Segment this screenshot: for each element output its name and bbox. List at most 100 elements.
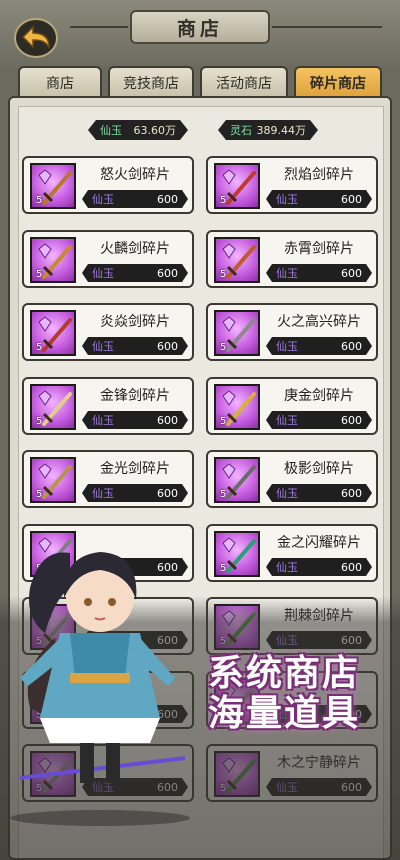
shop-item-card[interactable]: 5 金锋剑碎片仙玉 600 (22, 377, 194, 435)
shop-item-card[interactable]: 5 火麟剑碎片仙玉 600 (22, 230, 194, 288)
item-count: 5 (220, 342, 227, 353)
currency-value: 389.44万 (256, 124, 306, 137)
tab-label: 活动商店 (216, 76, 272, 92)
sword-icon (42, 318, 72, 352)
shop-item-card[interactable]: 5 金之闪耀碎片 仙玉 600 (206, 524, 378, 582)
sword-icon (42, 465, 72, 499)
item-icon: 5 (30, 310, 76, 356)
price-value: 600 (157, 413, 178, 427)
item-name: 庚金剑碎片 (284, 388, 354, 404)
item-icon: 5 (214, 163, 260, 209)
tab-arena-shop[interactable]: 竞技商店 (108, 66, 194, 98)
tab-label: 商店 (46, 76, 74, 92)
tab-label: 竞技商店 (123, 76, 179, 92)
sword-icon (42, 245, 72, 279)
price-currency: 仙玉 (92, 267, 114, 280)
tab-fragment-shop[interactable]: 碎片商店 (294, 66, 382, 98)
item-name: 炎焱剑碎片 (100, 314, 170, 330)
price-tag[interactable]: 仙玉 600 (266, 337, 372, 355)
item-name: 赤霄剑碎片 (284, 241, 354, 257)
item-count: 5 (220, 563, 227, 574)
shop-item-card[interactable]: 5 烈焰剑碎片仙玉 600 (206, 156, 378, 214)
price-tag[interactable]: 仙玉 600 (82, 484, 188, 502)
sword-icon (226, 171, 256, 205)
shop-item-card[interactable]: 5 金光剑碎片仙玉 600 (22, 450, 194, 508)
price-tag[interactable]: 仙玉 600 (266, 411, 372, 429)
item-count: 5 (220, 269, 227, 280)
item-icon: 5 (30, 237, 76, 283)
sword-icon (226, 318, 256, 352)
price-tag[interactable]: 仙玉 600 (82, 264, 188, 282)
shop-item-card[interactable]: 5 火之高兴碎片 仙玉 600 (206, 303, 378, 361)
price-currency: 仙玉 (276, 340, 298, 353)
back-button[interactable] (14, 18, 58, 58)
price-value: 600 (341, 339, 362, 353)
item-icon: 5 (214, 457, 260, 503)
price-value: 600 (157, 339, 178, 353)
item-icon: 5 (214, 531, 260, 577)
price-value: 600 (341, 192, 362, 206)
title-ornament-right (272, 26, 382, 28)
currency-value: 63.60万 (133, 124, 176, 137)
currency-spirit-stone: 灵石 389.44万 (218, 120, 318, 140)
item-count: 5 (36, 269, 43, 280)
shop-item-card[interactable]: 5 极影剑碎片仙玉 600 (206, 450, 378, 508)
price-currency: 仙玉 (276, 193, 298, 206)
item-count: 5 (220, 416, 227, 427)
item-icon: 5 (30, 384, 76, 430)
price-currency: 仙玉 (276, 267, 298, 280)
shop-item-card[interactable]: 5 炎焱剑碎片仙玉 600 (22, 303, 194, 361)
sword-icon (42, 392, 72, 426)
item-name: 怒火剑碎片 (100, 167, 170, 183)
shop-item-card[interactable]: 5 庚金剑碎片仙玉 600 (206, 377, 378, 435)
sword-icon (42, 171, 72, 205)
currency-name: 仙玉 (100, 124, 122, 137)
item-icon: 5 (214, 384, 260, 430)
item-count: 5 (36, 416, 43, 427)
sword-icon (226, 392, 256, 426)
price-value: 600 (341, 413, 362, 427)
price-tag[interactable]: 仙玉 600 (266, 264, 372, 282)
price-currency: 仙玉 (92, 414, 114, 427)
tab-label: 碎片商店 (310, 76, 366, 92)
price-currency: 仙玉 (276, 487, 298, 500)
shop-item-card[interactable]: 5 怒火剑碎片仙玉 600 (22, 156, 194, 214)
price-tag[interactable]: 仙玉 600 (82, 411, 188, 429)
tab-event-shop[interactable]: 活动商店 (200, 66, 288, 98)
item-name: 烈焰剑碎片 (284, 167, 354, 183)
character-illustration (10, 552, 190, 826)
item-name: 火之高兴碎片 (277, 314, 361, 330)
price-tag[interactable]: 仙玉 600 (266, 484, 372, 502)
shop-tabs: 商店 竞技商店 活动商店 碎片商店 (18, 66, 382, 98)
sword-icon (226, 539, 256, 573)
title-ornament-left (70, 26, 128, 28)
price-tag[interactable]: 仙玉 600 (266, 558, 372, 576)
price-tag[interactable]: 仙玉 600 (82, 190, 188, 208)
item-name: 极影剑碎片 (284, 461, 354, 477)
item-count: 5 (36, 342, 43, 353)
item-count: 5 (36, 489, 43, 500)
promo-text-line2: 海量道具 (208, 693, 361, 734)
back-arrow-icon (21, 25, 50, 50)
price-currency: 仙玉 (92, 193, 114, 206)
price-value: 600 (341, 266, 362, 280)
price-value: 600 (341, 486, 362, 500)
item-name: 金之闪耀碎片 (277, 535, 361, 551)
item-count: 5 (36, 195, 43, 206)
price-value: 600 (157, 486, 178, 500)
tab-shop[interactable]: 商店 (18, 66, 102, 98)
sword-icon (226, 245, 256, 279)
price-currency: 仙玉 (92, 487, 114, 500)
item-name: 金光剑碎片 (100, 461, 170, 477)
item-count: 5 (220, 489, 227, 500)
item-count: 5 (220, 195, 227, 206)
item-name: 金锋剑碎片 (100, 388, 170, 404)
price-currency: 仙玉 (276, 414, 298, 427)
shop-item-card[interactable]: 5 赤霄剑碎片仙玉 600 (206, 230, 378, 288)
item-icon: 5 (214, 237, 260, 283)
currency-jade: 仙玉 63.60万 (88, 120, 188, 140)
price-tag[interactable]: 仙玉 600 (82, 337, 188, 355)
item-name: 火麟剑碎片 (100, 241, 170, 257)
price-value: 600 (157, 266, 178, 280)
price-tag[interactable]: 仙玉 600 (266, 190, 372, 208)
